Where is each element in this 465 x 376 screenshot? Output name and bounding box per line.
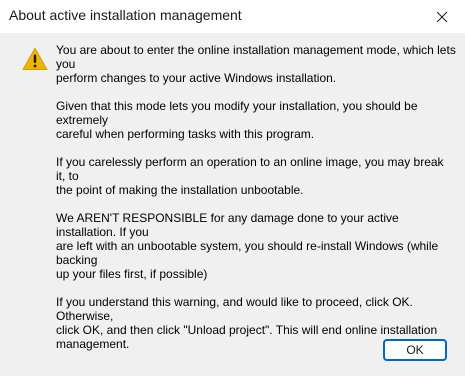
dialog-window: About active installation management You… [0,0,465,376]
warning-icon [22,47,48,70]
message-paragraph-1: You are about to enter the online instal… [56,43,456,85]
dialog-content: You are about to enter the online instal… [0,33,465,376]
message-paragraph-2: Given that this mode lets you modify you… [56,99,418,141]
warning-message: You are about to enter the online instal… [56,43,456,365]
title-bar: About active installation management [0,0,465,33]
window-title: About active installation management [9,7,242,23]
message-paragraph-4: We AREN'T RESPONSIBLE for any damage don… [56,211,439,281]
message-paragraph-3: If you carelessly perform an operation t… [56,155,444,197]
ok-button[interactable]: OK [383,339,447,361]
close-button[interactable] [419,0,465,33]
close-icon [436,11,448,22]
